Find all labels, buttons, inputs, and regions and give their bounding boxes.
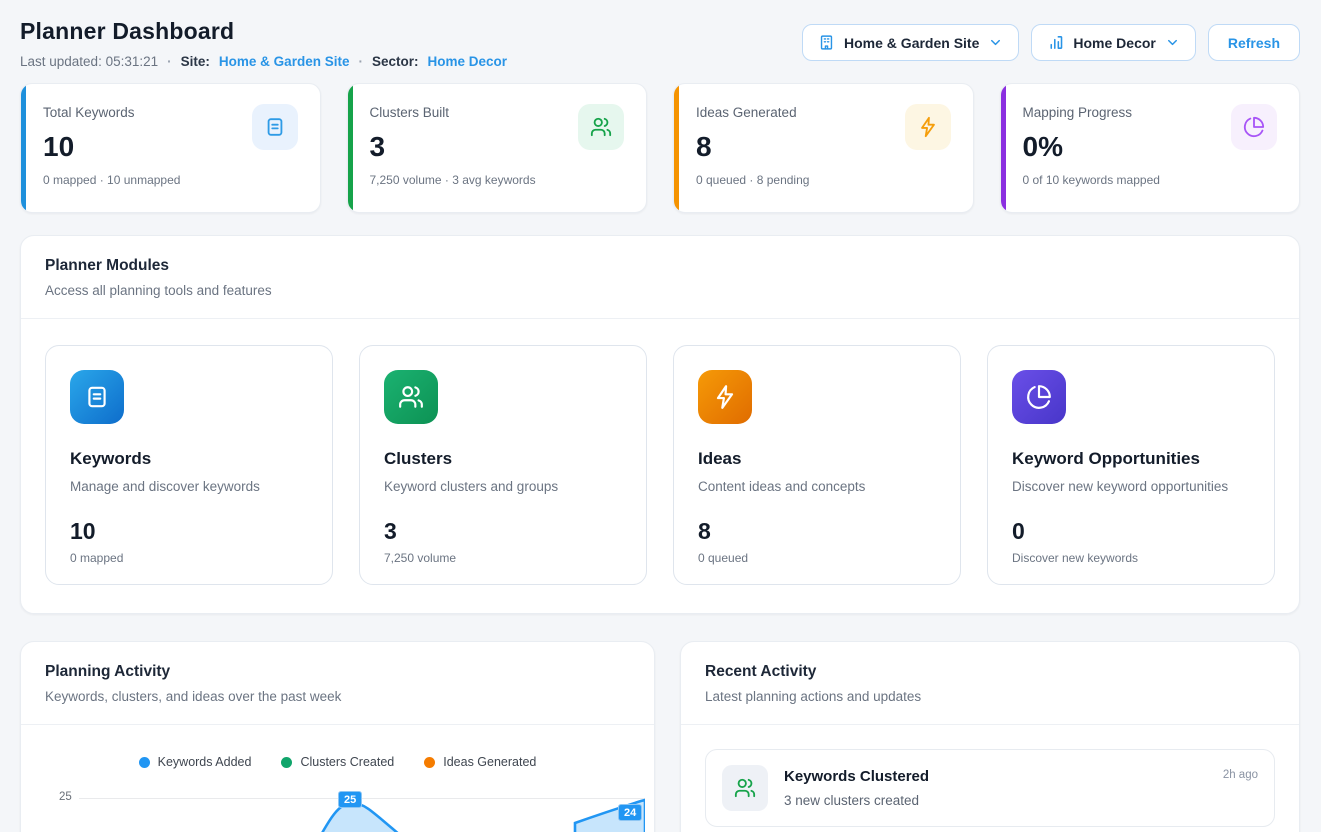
bar-chart-icon — [1047, 34, 1064, 51]
page-header: Planner Dashboard Last updated: 05:31:21… — [20, 18, 1300, 69]
module-title: Keyword Opportunities — [1012, 449, 1250, 469]
pie-chart-icon — [1012, 370, 1066, 424]
modules-subtitle: Access all planning tools and features — [45, 283, 1275, 298]
module-sub: 0 queued — [698, 551, 936, 565]
planning-activity-panel: Planning Activity Keywords, clusters, an… — [20, 641, 655, 832]
meta-separator: · — [167, 54, 172, 69]
module-card-clusters[interactable]: Clusters Keyword clusters and groups 3 7… — [359, 345, 647, 585]
modules-header: Planner Modules Access all planning tool… — [21, 236, 1299, 318]
stat-card-clusters-built: Clusters Built 3 7,250 volume · 3 avg ke… — [347, 83, 648, 213]
recent-activity-header: Recent Activity Latest planning actions … — [681, 642, 1299, 724]
header-meta: Last updated: 05:31:21 · Site: Home & Ga… — [20, 54, 507, 69]
header-actions: Home & Garden Site Home Decor Refresh — [802, 24, 1300, 61]
document-icon — [252, 104, 298, 150]
recent-activity-panel: Recent Activity Latest planning actions … — [680, 641, 1300, 832]
module-value: 8 — [698, 518, 936, 545]
module-description: Manage and discover keywords — [70, 479, 308, 494]
lightning-icon — [905, 104, 951, 150]
building-icon — [818, 34, 835, 51]
module-card-keyword-opportunities[interactable]: Keyword Opportunities Discover new keywo… — [987, 345, 1275, 585]
meta-separator: · — [358, 54, 363, 69]
activity-item-keywords-clustered: Keywords Clustered 3 new clusters create… — [705, 749, 1275, 827]
legend-dot-green — [281, 757, 292, 768]
legend-dot-blue — [139, 757, 150, 768]
page-title: Planner Dashboard — [20, 18, 507, 45]
module-value: 0 — [1012, 518, 1250, 545]
planner-dashboard-page: Planner Dashboard Last updated: 05:31:21… — [0, 0, 1321, 832]
module-sub: Discover new keywords — [1012, 551, 1250, 565]
legend-item-clusters-created[interactable]: Clusters Created — [281, 755, 394, 769]
sector-selector-button[interactable]: Home Decor — [1031, 24, 1195, 61]
activity-description: 3 new clusters created — [784, 793, 1207, 808]
chart-legend: Keywords Added Clusters Created Ideas Ge… — [21, 755, 654, 769]
legend-item-ideas-generated[interactable]: Ideas Generated — [424, 755, 536, 769]
legend-dot-orange — [424, 757, 435, 768]
chevron-down-icon — [1165, 35, 1180, 50]
module-description: Keyword clusters and groups — [384, 479, 622, 494]
module-title: Ideas — [698, 449, 936, 469]
module-value: 10 — [70, 518, 308, 545]
lightning-icon — [698, 370, 752, 424]
module-sub: 0 mapped — [70, 551, 308, 565]
document-icon — [70, 370, 124, 424]
planning-activity-chart: 25 25 24 — [21, 791, 654, 832]
last-updated-text: Last updated: 05:31:21 — [20, 54, 158, 69]
activity-text: Keywords Clustered 3 new clusters create… — [784, 768, 1207, 808]
stat-sub: 0 queued · 8 pending — [696, 173, 951, 187]
module-title: Clusters — [384, 449, 622, 469]
legend-label: Keywords Added — [158, 755, 252, 769]
legend-item-keywords-added[interactable]: Keywords Added — [139, 755, 252, 769]
activity-timestamp: 2h ago — [1223, 769, 1258, 781]
planning-activity-header: Planning Activity Keywords, clusters, an… — [21, 642, 654, 724]
legend-label: Clusters Created — [300, 755, 394, 769]
module-cards-row: Keywords Manage and discover keywords 10… — [21, 319, 1299, 613]
legend-label: Ideas Generated — [443, 755, 536, 769]
stat-card-mapping-progress: Mapping Progress 0% 0 of 10 keywords map… — [1000, 83, 1301, 213]
recent-activity-list: Keywords Clustered 3 new clusters create… — [681, 725, 1299, 832]
divider — [21, 724, 654, 725]
users-icon — [384, 370, 438, 424]
stat-card-total-keywords: Total Keywords 10 0 mapped · 10 unmapped — [20, 83, 321, 213]
data-label-badge: 24 — [618, 804, 642, 821]
site-link[interactable]: Home & Garden Site — [219, 54, 350, 69]
activity-title: Keywords Clustered — [784, 768, 1207, 785]
data-label-badge: 25 — [338, 791, 362, 808]
site-selector-label: Home & Garden Site — [844, 35, 979, 51]
sector-selector-label: Home Decor — [1073, 35, 1155, 51]
users-icon — [722, 765, 768, 811]
modules-title: Planner Modules — [45, 257, 1275, 275]
y-axis-tick: 25 — [59, 791, 72, 803]
sector-label: Sector: — [372, 54, 419, 69]
bottom-panels-row: Planning Activity Keywords, clusters, an… — [20, 641, 1300, 832]
module-description: Discover new keyword opportunities — [1012, 479, 1250, 494]
stat-card-ideas-generated: Ideas Generated 8 0 queued · 8 pending — [673, 83, 974, 213]
sector-link[interactable]: Home Decor — [427, 54, 507, 69]
site-selector-button[interactable]: Home & Garden Site — [802, 24, 1019, 61]
stat-sub: 0 of 10 keywords mapped — [1023, 173, 1278, 187]
module-value: 3 — [384, 518, 622, 545]
module-title: Keywords — [70, 449, 308, 469]
recent-activity-subtitle: Latest planning actions and updates — [705, 689, 1275, 704]
module-sub: 7,250 volume — [384, 551, 622, 565]
planning-activity-subtitle: Keywords, clusters, and ideas over the p… — [45, 689, 630, 704]
stat-sub: 7,250 volume · 3 avg keywords — [370, 173, 625, 187]
stat-sub: 0 mapped · 10 unmapped — [43, 173, 298, 187]
module-description: Content ideas and concepts — [698, 479, 936, 494]
module-card-ideas[interactable]: Ideas Content ideas and concepts 8 0 que… — [673, 345, 961, 585]
planning-activity-title: Planning Activity — [45, 663, 630, 681]
refresh-button[interactable]: Refresh — [1208, 24, 1300, 61]
site-label: Site: — [181, 54, 210, 69]
users-icon — [578, 104, 624, 150]
stat-cards-row: Total Keywords 10 0 mapped · 10 unmapped… — [20, 83, 1300, 213]
recent-activity-title: Recent Activity — [705, 663, 1275, 681]
pie-chart-icon — [1231, 104, 1277, 150]
chevron-down-icon — [988, 35, 1003, 50]
planner-modules-panel: Planner Modules Access all planning tool… — [20, 235, 1300, 614]
module-card-keywords[interactable]: Keywords Manage and discover keywords 10… — [45, 345, 333, 585]
header-left: Planner Dashboard Last updated: 05:31:21… — [20, 18, 507, 69]
